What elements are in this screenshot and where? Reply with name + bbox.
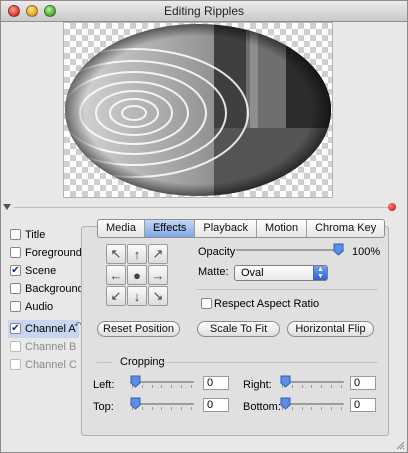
arrow-up-icon[interactable]: ↑ [127, 244, 147, 264]
channel-item-channel-a[interactable]: Channel A [8, 320, 79, 338]
crop-right-field[interactable]: 0 [350, 376, 376, 390]
channel-checkbox[interactable] [10, 301, 21, 312]
crop-left-field[interactable]: 0 [203, 376, 229, 390]
crop-right-label: Right: [243, 379, 272, 391]
channel-item-background[interactable]: Background [10, 280, 84, 298]
channel-checkbox[interactable] [10, 229, 21, 240]
arrow-down-icon[interactable]: ↓ [127, 286, 147, 306]
resize-grip-icon[interactable] [395, 440, 405, 450]
record-indicator-icon [388, 203, 396, 211]
channel-label: Scene [25, 265, 57, 277]
channel-label: Title [25, 229, 46, 241]
center-dot-icon[interactable]: ● [127, 265, 147, 285]
crop-top-slider[interactable] [130, 397, 194, 410]
tab-effects[interactable]: Effects [144, 220, 196, 237]
crop-right-slider[interactable] [280, 375, 344, 388]
channel-checkbox[interactable] [10, 265, 21, 276]
slider-thumb-icon[interactable] [280, 397, 291, 410]
channel-checkbox[interactable] [10, 341, 21, 352]
channel-item-audio[interactable]: Audio [10, 298, 84, 316]
opacity-value: 100% [352, 246, 381, 258]
channel-label: Background [25, 283, 84, 295]
video-preview [63, 22, 333, 198]
disclosure-triangle-icon[interactable] [3, 204, 11, 210]
tab-playback[interactable]: Playback [195, 220, 258, 237]
channel-checkbox[interactable] [10, 323, 21, 334]
crop-left-slider[interactable] [130, 375, 194, 388]
slider-thumb-icon[interactable] [280, 375, 291, 388]
slider-thumb-icon[interactable] [130, 375, 141, 388]
opacity-slider[interactable] [236, 243, 344, 256]
tab-bar: Media Effects Playback Motion Chroma Key [97, 219, 386, 238]
tab-media[interactable]: Media [98, 220, 145, 237]
channel-label: Audio [25, 301, 54, 313]
arrow-right-icon[interactable]: → [148, 265, 168, 285]
crop-top-field[interactable]: 0 [203, 398, 229, 412]
channel-label: Channel B [25, 341, 77, 353]
arrow-down-left-icon[interactable]: ↙ [106, 286, 126, 306]
cropping-label: Cropping [120, 356, 165, 368]
channel-item-title[interactable]: Title [10, 226, 84, 244]
divider [162, 362, 378, 363]
scale-to-fit-button[interactable]: Scale To Fit [197, 321, 280, 337]
channel-label: Foreground [25, 247, 82, 259]
channel-label: Channel A [25, 323, 76, 335]
divider [196, 289, 378, 290]
divider [97, 362, 113, 363]
opacity-label: Opacity [198, 246, 236, 258]
tab-chroma-key[interactable]: Chroma Key [307, 220, 384, 237]
title-bar[interactable]: Editing Ripples [1, 1, 407, 22]
crop-bottom-label: Bottom: [243, 401, 281, 413]
tab-motion[interactable]: Motion [257, 220, 308, 237]
matte-select[interactable]: Oval ▲ ▼ [234, 265, 328, 281]
channel-checkbox[interactable] [10, 359, 21, 370]
reset-position-button[interactable]: Reset Position [97, 321, 180, 337]
horizontal-flip-button[interactable]: Horizontal Flip [287, 321, 374, 337]
channel-item-channel-c[interactable]: Channel C [10, 356, 84, 374]
channel-checkbox[interactable] [10, 283, 21, 294]
channel-item-channel-b[interactable]: Channel B [10, 338, 84, 356]
crop-bottom-field[interactable]: 0 [350, 398, 376, 412]
preview-image [65, 24, 331, 196]
channel-item-foreground[interactable]: Foreground [10, 244, 84, 262]
matte-value: Oval [241, 267, 264, 279]
slider-thumb-icon[interactable] [333, 243, 344, 256]
respect-aspect-label: Respect Aspect Ratio [214, 298, 320, 310]
channel-list: Title Foreground Scene Background Audio … [8, 226, 84, 374]
matte-label: Matte: [198, 266, 229, 278]
channel-checkbox[interactable] [10, 247, 21, 258]
crop-top-label: Top: [93, 401, 114, 413]
window-title: Editing Ripples [163, 4, 245, 18]
slider-thumb-icon[interactable] [130, 397, 141, 410]
arrow-up-right-icon[interactable]: ↗ [148, 244, 168, 264]
crop-bottom-slider[interactable] [280, 397, 344, 410]
crop-left-label: Left: [93, 379, 115, 391]
popup-stepper-icon: ▲ ▼ [313, 266, 327, 280]
respect-aspect-checkbox[interactable] [201, 298, 212, 309]
arrow-left-icon[interactable]: ← [106, 265, 126, 285]
channel-item-scene[interactable]: Scene [10, 262, 84, 280]
arrow-down-right-icon[interactable]: ↘ [148, 286, 168, 306]
channel-label: Channel C [25, 359, 77, 371]
split-divider[interactable] [14, 207, 392, 208]
arrow-up-left-icon[interactable]: ↖ [106, 244, 126, 264]
position-arrow-pad: ↖ ↑ ↗ ← ● → ↙ ↓ ↘ [106, 244, 168, 306]
